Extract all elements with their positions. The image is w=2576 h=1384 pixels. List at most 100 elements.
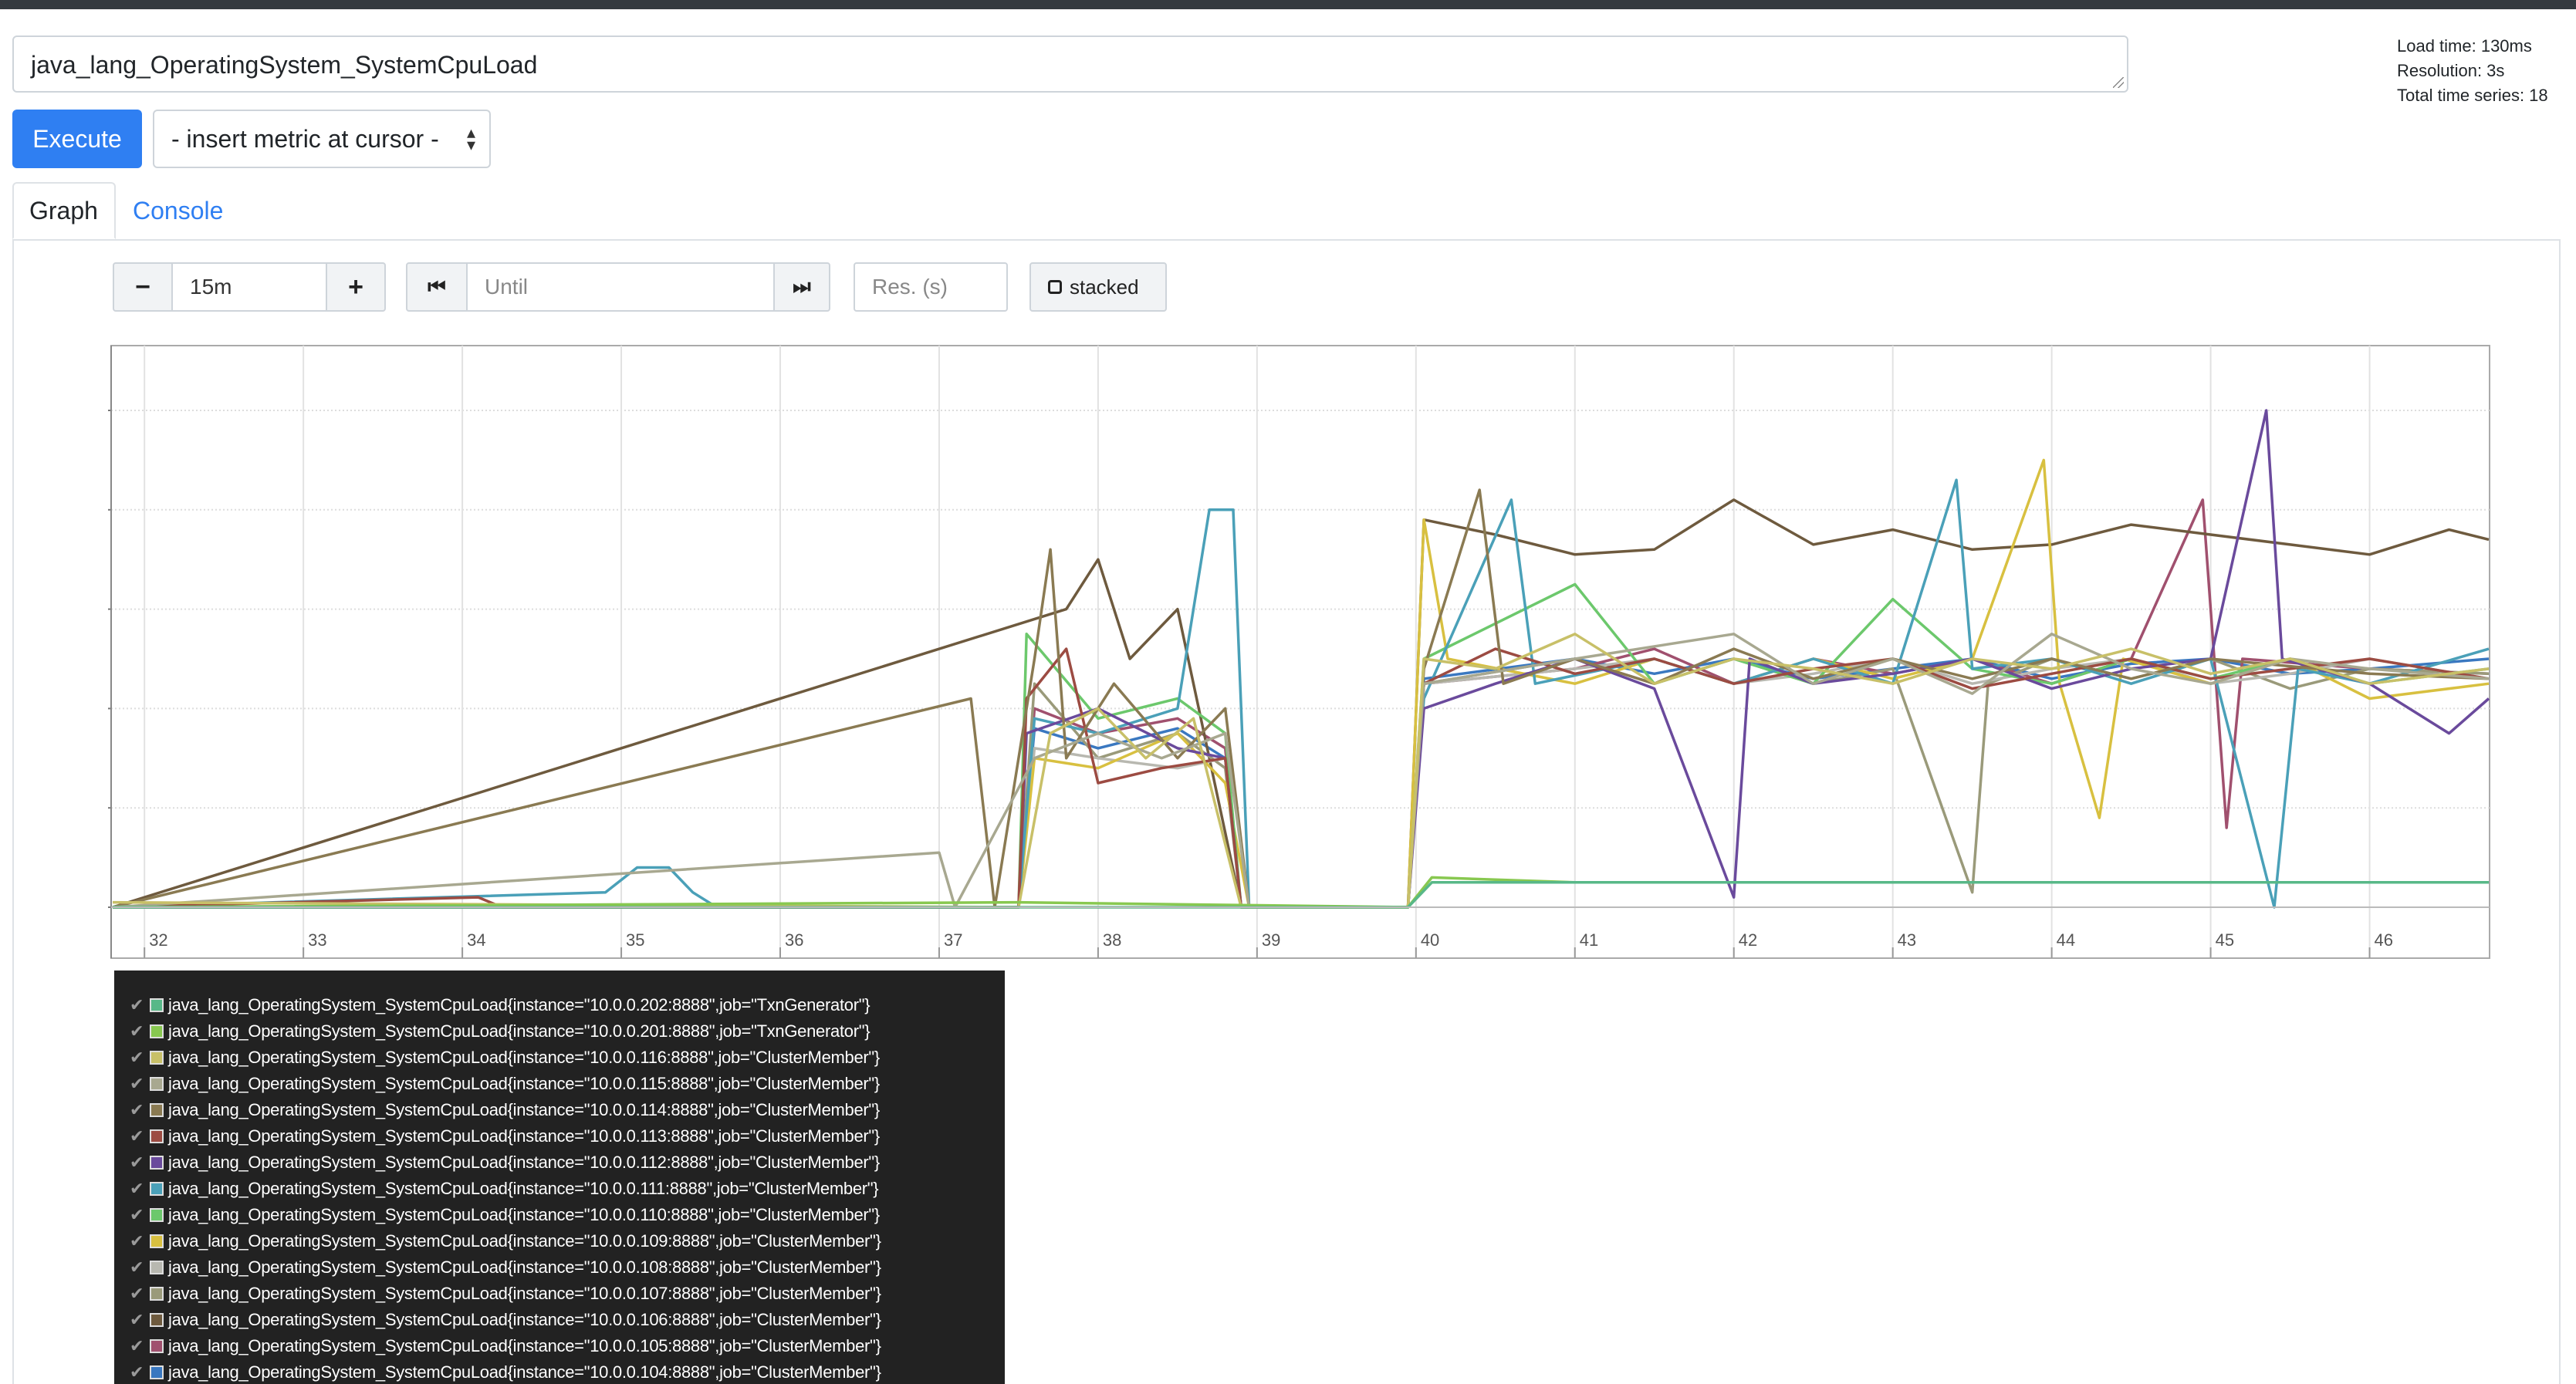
legend-item[interactable]: ✔ java_lang_OperatingSystem_SystemCpuLoad… bbox=[114, 1254, 1005, 1281]
time-back-button[interactable]: ⏮ bbox=[406, 262, 468, 312]
legend-label: java_lang_OperatingSystem_SystemCpuLoad{… bbox=[168, 1257, 881, 1277]
minus-icon: − bbox=[135, 272, 150, 302]
legend-item[interactable]: ✔ java_lang_OperatingSystem_SystemCpuLoad… bbox=[114, 1045, 1005, 1071]
legend-item[interactable]: ✔ java_lang_OperatingSystem_SystemCpuLoad… bbox=[114, 1123, 1005, 1149]
legend-label: java_lang_OperatingSystem_SystemCpuLoad{… bbox=[168, 1310, 881, 1329]
checkmark-icon: ✔ bbox=[130, 1310, 144, 1329]
expression-text[interactable]: java_lang_OperatingSystem_SystemCpuLoad bbox=[31, 51, 537, 79]
tab-graph[interactable]: Graph bbox=[12, 182, 116, 239]
plus-icon: + bbox=[348, 272, 363, 302]
tab-bar: Graph Console bbox=[12, 182, 2561, 241]
checkmark-icon: ✔ bbox=[130, 1179, 144, 1198]
legend-item[interactable]: ✔ java_lang_OperatingSystem_SystemCpuLoad… bbox=[114, 992, 1005, 1018]
series-line[interactable] bbox=[113, 657, 2490, 909]
legend-item[interactable]: ✔ java_lang_OperatingSystem_SystemCpuLoad… bbox=[114, 1333, 1005, 1359]
series-line[interactable] bbox=[112, 478, 2490, 909]
until-input[interactable]: Until bbox=[466, 262, 775, 312]
series-line[interactable] bbox=[113, 657, 2490, 909]
legend-item[interactable]: ✔ java_lang_OperatingSystem_SystemCpuLoad… bbox=[114, 1176, 1005, 1202]
insert-metric-select[interactable]: - insert metric at cursor - ▴ ▾ bbox=[153, 110, 491, 168]
x-tick-label: 37 bbox=[944, 930, 962, 950]
series-line[interactable] bbox=[113, 657, 2490, 909]
checkmark-icon: ✔ bbox=[130, 1074, 144, 1093]
chart-axes: 00.20.40.60.8132333435363738394041424344… bbox=[108, 346, 2490, 958]
legend-swatch bbox=[150, 1051, 164, 1065]
chart-frame bbox=[110, 345, 2490, 959]
legend-item[interactable]: ✔ java_lang_OperatingSystem_SystemCpuLoad… bbox=[114, 1071, 1005, 1097]
forward-icon: ⏭ bbox=[793, 275, 811, 298]
total-time-series: Total time series: 18 bbox=[2397, 86, 2548, 105]
series-line[interactable] bbox=[112, 633, 2490, 909]
legend-swatch bbox=[150, 1103, 164, 1117]
legend-item[interactable]: ✔ java_lang_OperatingSystem_SystemCpuLoad… bbox=[114, 1281, 1005, 1307]
checkmark-icon: ✔ bbox=[130, 1153, 144, 1172]
stacked-toggle[interactable]: stacked bbox=[1029, 262, 1167, 312]
expression-input[interactable]: java_lang_OperatingSystem_SystemCpuLoad bbox=[12, 35, 2128, 93]
chart-legend: ✔ java_lang_OperatingSystem_SystemCpuLoad… bbox=[114, 970, 1005, 1384]
legend-item[interactable]: ✔ java_lang_OperatingSystem_SystemCpuLoad… bbox=[114, 1307, 1005, 1333]
series-line[interactable] bbox=[113, 498, 2490, 909]
series-line[interactable] bbox=[112, 633, 2490, 909]
checkmark-icon: ✔ bbox=[130, 995, 144, 1014]
legend-swatch bbox=[150, 1287, 164, 1301]
series-line[interactable] bbox=[112, 647, 2490, 909]
legend-label: java_lang_OperatingSystem_SystemCpuLoad{… bbox=[168, 1126, 880, 1146]
legend-label: java_lang_OperatingSystem_SystemCpuLoad{… bbox=[168, 1284, 881, 1303]
legend-item[interactable]: ✔ java_lang_OperatingSystem_SystemCpuLoad… bbox=[114, 1359, 1005, 1384]
legend-label: java_lang_OperatingSystem_SystemCpuLoad{… bbox=[168, 1179, 879, 1198]
checkmark-icon: ✔ bbox=[130, 1048, 144, 1067]
cpu-load-chart[interactable]: 00.20.40.60.8132333435363738394041424344… bbox=[108, 344, 2497, 966]
range-input[interactable]: 15m bbox=[171, 262, 327, 312]
legend-swatch bbox=[150, 1182, 164, 1196]
legend-swatch bbox=[150, 1156, 164, 1170]
checkmark-icon: ✔ bbox=[130, 1231, 144, 1251]
legend-swatch bbox=[150, 1261, 164, 1274]
legend-swatch bbox=[150, 1313, 164, 1327]
legend-label: java_lang_OperatingSystem_SystemCpuLoad{… bbox=[168, 1100, 880, 1119]
legend-swatch bbox=[150, 1077, 164, 1091]
legend-label: java_lang_OperatingSystem_SystemCpuLoad{… bbox=[168, 1021, 870, 1041]
range-increase-button[interactable]: + bbox=[326, 262, 386, 312]
execute-button[interactable]: Execute bbox=[12, 110, 142, 168]
legend-label: java_lang_OperatingSystem_SystemCpuLoad{… bbox=[168, 1205, 880, 1224]
checkmark-icon: ✔ bbox=[130, 1336, 144, 1355]
x-tick-label: 34 bbox=[467, 930, 485, 950]
series-line[interactable] bbox=[112, 488, 2490, 909]
legend-item[interactable]: ✔ java_lang_OperatingSystem_SystemCpuLoad… bbox=[114, 1228, 1005, 1254]
x-tick-label: 36 bbox=[785, 930, 803, 950]
x-tick-label: 45 bbox=[2216, 930, 2234, 950]
until-placeholder: Until bbox=[485, 275, 529, 299]
x-tick-label: 39 bbox=[1262, 930, 1280, 950]
checkbox-icon bbox=[1048, 280, 1062, 294]
tab-console[interactable]: Console bbox=[117, 182, 241, 239]
checkmark-icon: ✔ bbox=[130, 1021, 144, 1041]
resolution-placeholder: Res. (s) bbox=[872, 275, 948, 299]
legend-item[interactable]: ✔ java_lang_OperatingSystem_SystemCpuLoad… bbox=[114, 1018, 1005, 1045]
legend-item[interactable]: ✔ java_lang_OperatingSystem_SystemCpuLoad… bbox=[114, 1097, 1005, 1123]
legend-swatch bbox=[150, 1234, 164, 1248]
backward-icon: ⏮ bbox=[428, 275, 446, 298]
x-tick-label: 32 bbox=[149, 930, 167, 950]
x-tick-label: 43 bbox=[1898, 930, 1916, 950]
resolution: Resolution: 3s bbox=[2397, 61, 2505, 80]
legend-item[interactable]: ✔ java_lang_OperatingSystem_SystemCpuLoad… bbox=[114, 1202, 1005, 1228]
x-tick-label: 38 bbox=[1103, 930, 1121, 950]
time-forward-button[interactable]: ⏭ bbox=[773, 262, 830, 312]
legend-label: java_lang_OperatingSystem_SystemCpuLoad{… bbox=[168, 1074, 880, 1093]
x-tick-label: 40 bbox=[1421, 930, 1439, 950]
legend-swatch bbox=[150, 1129, 164, 1143]
x-tick-label: 41 bbox=[1580, 930, 1598, 950]
range-decrease-button[interactable]: − bbox=[113, 262, 173, 312]
series-line[interactable] bbox=[112, 498, 2490, 909]
legend-label: java_lang_OperatingSystem_SystemCpuLoad{… bbox=[168, 995, 870, 1014]
range-value: 15m bbox=[190, 275, 232, 299]
checkmark-icon: ✔ bbox=[130, 1205, 144, 1224]
legend-item[interactable]: ✔ java_lang_OperatingSystem_SystemCpuLoad… bbox=[114, 1149, 1005, 1176]
checkmark-icon: ✔ bbox=[130, 1284, 144, 1303]
x-tick-label: 42 bbox=[1739, 930, 1757, 950]
resolution-input[interactable]: Res. (s) bbox=[854, 262, 1008, 312]
legend-label: java_lang_OperatingSystem_SystemCpuLoad{… bbox=[168, 1048, 880, 1067]
x-tick-label: 46 bbox=[2375, 930, 2393, 950]
series-line[interactable] bbox=[113, 582, 2490, 909]
resize-grip-icon[interactable] bbox=[2113, 77, 2124, 88]
